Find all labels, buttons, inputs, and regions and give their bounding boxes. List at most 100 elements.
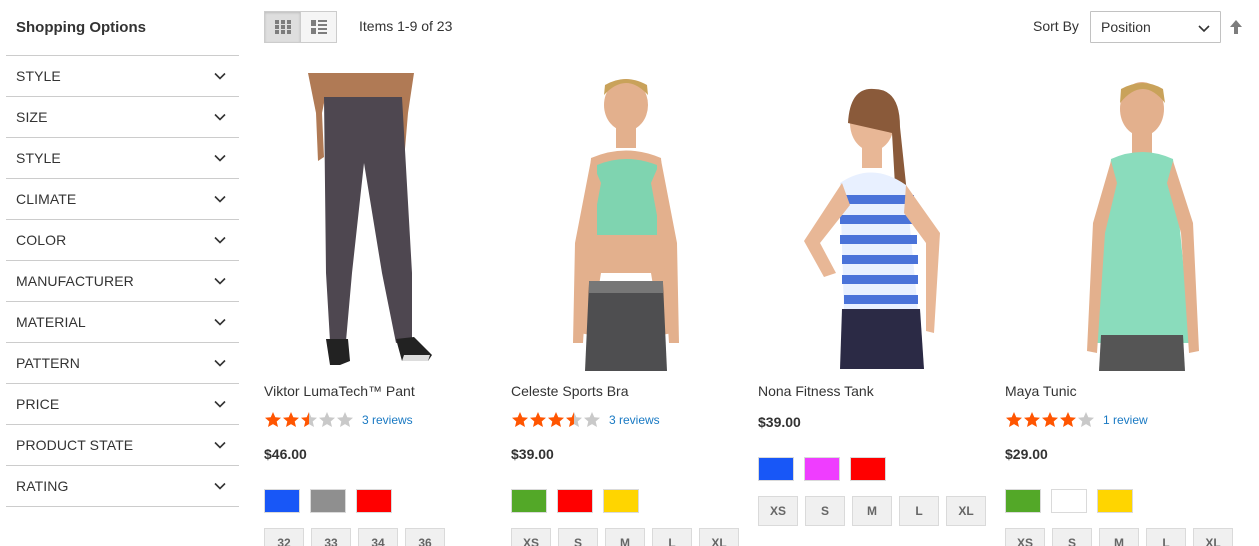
size-option[interactable]: M: [1099, 528, 1139, 546]
size-option[interactable]: S: [558, 528, 598, 546]
color-swatch[interactable]: [1097, 489, 1133, 513]
reviews-link[interactable]: 1 review: [1103, 413, 1148, 427]
chevron-down-icon: [1198, 25, 1210, 33]
star-icon: [1078, 412, 1094, 427]
size-options: XS S M L XL: [511, 528, 746, 546]
chevron-down-icon: [214, 441, 226, 449]
items-count: Items 1-9 of 23: [359, 18, 453, 34]
size-option[interactable]: L: [899, 496, 939, 526]
pants-photo: [264, 73, 504, 371]
size-option[interactable]: M: [852, 496, 892, 526]
product-name-link[interactable]: Celeste Sports Bra: [511, 383, 629, 399]
products-toolbar: Items 1-9 of 23 Sort By Position: [264, 11, 1254, 43]
color-swatch[interactable]: [356, 489, 392, 513]
filter-label: Pattern: [16, 355, 80, 371]
star-icon: [566, 412, 582, 427]
product-image[interactable]: [264, 73, 504, 371]
size-option[interactable]: 32: [264, 528, 304, 546]
sort-direction-arrow-icon[interactable]: [1229, 19, 1243, 35]
filter-material[interactable]: Material: [6, 302, 239, 343]
size-option[interactable]: XS: [758, 496, 798, 526]
grid-mode-button[interactable]: [264, 11, 301, 43]
filter-label: Climate: [16, 191, 77, 207]
chevron-down-icon: [214, 400, 226, 408]
list-mode-button[interactable]: [300, 11, 337, 43]
product-item: Celeste Sports Bra 3 reviews $39.00 XS S M…: [511, 73, 751, 546]
product-rating: 3 reviews: [264, 411, 413, 428]
product-name-link[interactable]: Maya Tunic: [1005, 383, 1077, 399]
size-option[interactable]: XL: [699, 528, 739, 546]
filter-style[interactable]: Style: [6, 138, 239, 179]
color-swatch[interactable]: [804, 457, 840, 481]
filter-size[interactable]: Size: [6, 97, 239, 138]
size-option[interactable]: S: [1052, 528, 1092, 546]
size-option[interactable]: L: [652, 528, 692, 546]
sports-bra-photo: [511, 73, 751, 371]
view-mode-switcher: [264, 11, 337, 43]
color-swatch[interactable]: [758, 457, 794, 481]
product-name-link[interactable]: Nona Fitness Tank: [758, 383, 874, 399]
reviews-link[interactable]: 3 reviews: [362, 413, 413, 427]
filter-rating[interactable]: Rating: [6, 466, 239, 507]
chevron-down-icon: [214, 318, 226, 326]
star-icon: [584, 412, 600, 427]
chevron-down-icon: [214, 113, 226, 121]
size-option[interactable]: 36: [405, 528, 445, 546]
filter-price[interactable]: Price: [6, 384, 239, 425]
star-icon: [512, 412, 528, 427]
sort-by-label: Sort By: [1033, 18, 1079, 34]
size-option[interactable]: S: [805, 496, 845, 526]
star-icon: [1060, 412, 1076, 427]
size-option[interactable]: L: [1146, 528, 1186, 546]
filter-label: Style: [16, 68, 61, 84]
rating-stars: [511, 411, 601, 428]
product-name-link[interactable]: Viktor LumaTech™ Pant: [264, 383, 415, 399]
color-swatches: [511, 489, 649, 513]
size-option[interactable]: 33: [311, 528, 351, 546]
sort-by-select[interactable]: Position: [1090, 11, 1221, 43]
chevron-down-icon: [214, 72, 226, 80]
star-icon: [1042, 412, 1058, 427]
size-option[interactable]: M: [605, 528, 645, 546]
product-item: Nona Fitness Tank $39.00 XS S M L XL: [758, 73, 998, 526]
chevron-down-icon: [214, 154, 226, 162]
grid-icon: [274, 20, 291, 34]
star-icon: [530, 412, 546, 427]
filter-climate[interactable]: Climate: [6, 179, 239, 220]
rating-stars: [264, 411, 354, 428]
size-option[interactable]: XL: [1193, 528, 1233, 546]
filter-style[interactable]: Style: [6, 56, 239, 97]
star-icon: [301, 412, 317, 427]
filter-product-state[interactable]: Product State: [6, 425, 239, 466]
product-image[interactable]: [1005, 73, 1245, 371]
star-icon: [548, 412, 564, 427]
size-option[interactable]: 34: [358, 528, 398, 546]
fitness-tank-photo: [758, 73, 998, 371]
filter-sidebar: Shopping Options Style Size Style Climate Co…: [6, 0, 239, 507]
filter-color[interactable]: Color: [6, 220, 239, 261]
product-image[interactable]: [758, 73, 998, 371]
shopping-options-title: Shopping Options: [16, 19, 146, 36]
sort-by-value: Position: [1101, 19, 1151, 35]
color-swatch[interactable]: [1051, 489, 1087, 513]
star-icon: [265, 412, 281, 427]
filter-pattern[interactable]: Pattern: [6, 343, 239, 384]
color-swatch[interactable]: [511, 489, 547, 513]
color-swatch[interactable]: [557, 489, 593, 513]
color-swatch[interactable]: [850, 457, 886, 481]
reviews-link[interactable]: 3 reviews: [609, 413, 660, 427]
size-options: 32 33 34 36: [264, 528, 452, 546]
product-rating: 3 reviews: [511, 411, 660, 428]
size-option[interactable]: XS: [511, 528, 551, 546]
size-option[interactable]: XS: [1005, 528, 1045, 546]
product-image[interactable]: [511, 73, 751, 371]
chevron-down-icon: [214, 195, 226, 203]
filter-manufacturer[interactable]: Manufacturer: [6, 261, 239, 302]
color-swatch[interactable]: [310, 489, 346, 513]
size-option[interactable]: XL: [946, 496, 986, 526]
color-swatches: [264, 489, 402, 513]
chevron-down-icon: [214, 236, 226, 244]
color-swatch[interactable]: [1005, 489, 1041, 513]
color-swatch[interactable]: [264, 489, 300, 513]
color-swatch[interactable]: [603, 489, 639, 513]
